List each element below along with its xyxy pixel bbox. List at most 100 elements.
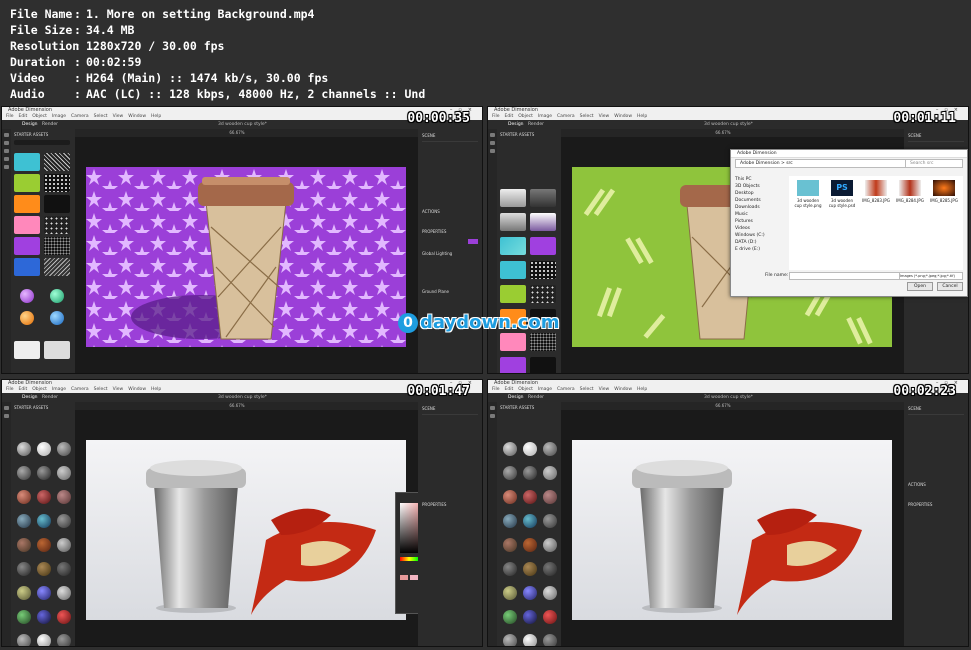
viewport[interactable] [572,440,892,620]
material-sphere[interactable] [523,442,537,456]
material-sphere[interactable] [17,442,31,456]
material-sphere[interactable] [543,610,557,624]
background-color-swatch[interactable] [468,239,478,244]
tree-item[interactable]: 3D Objects [735,183,785,190]
material-sphere[interactable] [523,562,537,576]
material-sphere[interactable] [503,586,517,600]
material-sphere[interactable] [503,538,517,552]
tab-design[interactable]: Design [22,393,38,402]
asset-thumb[interactable] [14,237,40,255]
material-sphere[interactable] [543,538,557,552]
menu-window[interactable]: Window [128,114,146,119]
material-sphere[interactable] [543,586,557,600]
tab-render[interactable]: Render [42,393,58,402]
material-sphere[interactable] [503,634,517,646]
material-sphere[interactable] [543,490,557,504]
material-sphere[interactable] [17,562,31,576]
material-sphere[interactable] [37,538,51,552]
asset-thumb[interactable] [14,174,40,192]
asset-thumb[interactable] [500,261,526,279]
material-sphere[interactable] [37,586,51,600]
select-tool-icon[interactable] [4,133,9,137]
menu-select[interactable]: Select [580,114,594,119]
asset-thumb[interactable] [14,195,40,213]
material-sphere[interactable] [543,514,557,528]
tree-item[interactable]: Pictures [735,218,785,225]
file-item[interactable]: PS 3d wooden cup style.psd [827,180,857,208]
menu-camera[interactable]: Camera [71,387,89,392]
asset-sphere[interactable] [20,311,34,325]
file-item[interactable]: IMG_8283.JPG [861,180,891,203]
menu-object[interactable]: Object [32,114,47,119]
asset-thumb[interactable] [44,195,70,213]
menu-file[interactable]: File [492,114,500,119]
material-sphere[interactable] [37,634,51,646]
material-sphere[interactable] [503,442,517,456]
asset-thumb[interactable] [530,261,556,279]
material-sphere[interactable] [17,538,31,552]
zoom-level[interactable]: 66.67% [715,130,730,135]
asset-thumb[interactable] [44,153,70,171]
asset-thumb[interactable] [44,174,70,192]
menu-view[interactable]: View [113,387,124,392]
tree-item[interactable]: This PC [735,176,785,183]
menu-edit[interactable]: Edit [19,114,28,119]
menu-object[interactable]: Object [518,114,533,119]
menu-edit[interactable]: Edit [19,387,28,392]
material-sphere[interactable] [503,490,517,504]
material-sphere[interactable] [57,442,71,456]
material-sphere[interactable] [57,634,71,646]
material-sphere[interactable] [17,610,31,624]
material-sphere[interactable] [523,610,537,624]
asset-thumb[interactable] [14,258,40,276]
material-sphere[interactable] [543,562,557,576]
recent-color-swatch[interactable] [410,575,418,580]
material-sphere[interactable] [543,466,557,480]
asset-sphere[interactable] [50,289,64,303]
asset-sphere[interactable] [20,289,34,303]
material-sphere[interactable] [503,562,517,576]
menu-help[interactable]: Help [637,114,647,119]
tree-item[interactable]: Windows (C:) [735,232,785,239]
material-sphere[interactable] [57,490,71,504]
menu-view[interactable]: View [599,387,610,392]
asset-thumb[interactable] [530,213,556,231]
material-sphere[interactable] [503,466,517,480]
rotate-tool-icon[interactable] [4,149,9,153]
menu-file[interactable]: File [492,387,500,392]
open-button[interactable]: Open [907,282,933,291]
file-item[interactable]: IMG_8285.JPG [929,180,959,203]
material-sphere[interactable] [57,514,71,528]
move-tool-icon[interactable] [490,141,495,145]
menu-camera[interactable]: Camera [557,114,575,119]
scale-tool-icon[interactable] [4,157,9,161]
menu-image[interactable]: Image [52,387,66,392]
material-sphere[interactable] [523,466,537,480]
select-tool-icon[interactable] [490,406,495,410]
material-sphere[interactable] [57,586,71,600]
asset-thumb[interactable] [530,189,556,207]
tree-item[interactable]: Desktop [735,190,785,197]
tree-item[interactable]: Videos [735,225,785,232]
asset-thumb[interactable] [44,258,70,276]
asset-thumb[interactable] [500,189,526,207]
material-sphere[interactable] [523,634,537,646]
asset-thumb[interactable] [14,216,40,234]
menu-view[interactable]: View [113,114,124,119]
material-sphere[interactable] [17,586,31,600]
material-sphere[interactable] [523,490,537,504]
material-sphere[interactable] [37,562,51,576]
material-sphere[interactable] [37,466,51,480]
material-sphere[interactable] [523,586,537,600]
material-sphere[interactable] [17,466,31,480]
menu-image[interactable]: Image [52,114,66,119]
asset-thumb[interactable] [530,237,556,255]
file-item[interactable]: 3d wooden cup style.png [793,180,823,208]
tree-item[interactable]: DATA (D:) [735,239,785,246]
menu-help[interactable]: Help [151,387,161,392]
material-sphere[interactable] [17,490,31,504]
material-sphere[interactable] [523,514,537,528]
menu-file[interactable]: File [6,387,14,392]
material-sphere[interactable] [503,610,517,624]
menu-file[interactable]: File [6,114,14,119]
